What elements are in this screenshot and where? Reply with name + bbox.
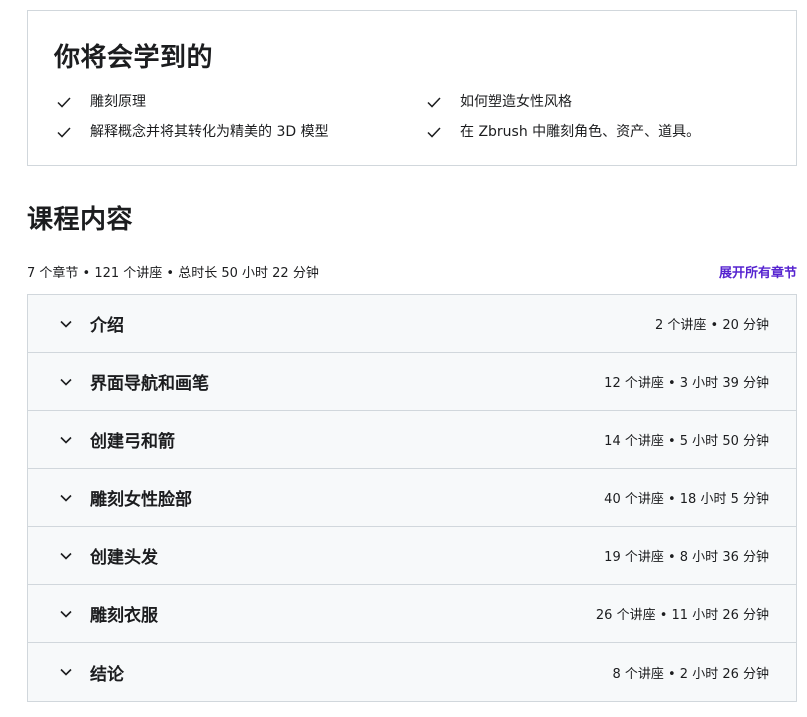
section-meta: 19 个讲座 • 8 小时 36 分钟 [604, 550, 769, 565]
section-row[interactable]: 雕刻衣服 26 个讲座 • 11 小时 26 分钟 [28, 585, 796, 643]
check-icon [56, 94, 72, 110]
what-you-will-learn-box: 你将会学到的 雕刻原理 如何塑造女性风格 解释概念并将其转化为精美的 3D 模型… [27, 10, 797, 166]
section-meta: 8 个讲座 • 2 小时 26 分钟 [612, 666, 769, 682]
chevron-down-icon [59, 491, 73, 505]
chevron-down-icon [59, 549, 73, 563]
section-row[interactable]: 介绍 2 个讲座 • 20 分钟 [28, 295, 796, 353]
section-row[interactable]: 雕刻女性脸部 40 个讲座 • 18 小时 5 分钟 [28, 469, 796, 527]
section-title: 雕刻女性脸部 [90, 490, 192, 510]
learn-title: 你将会学到的 [54, 43, 214, 73]
section-meta: 40 个讲座 • 18 小时 5 分钟 [604, 492, 769, 507]
chevron-down-icon [59, 317, 73, 331]
section-row[interactable]: 结论 8 个讲座 • 2 小时 26 分钟 [28, 643, 796, 701]
section-row[interactable]: 界面导航和画笔 12 个讲座 • 3 小时 39 分钟 [28, 353, 796, 411]
learn-item-text: 解释概念并将其转化为精美的 3D 模型 [90, 124, 329, 140]
section-title: 创建头发 [90, 548, 158, 568]
section-row[interactable]: 创建弓和箭 14 个讲座 • 5 小时 50 分钟 [28, 411, 796, 469]
section-row[interactable]: 创建头发 19 个讲座 • 8 小时 36 分钟 [28, 527, 796, 585]
learn-item: 雕刻原理 [56, 93, 146, 111]
check-icon [56, 124, 72, 140]
learn-item-text: 如何塑造女性风格 [460, 94, 572, 110]
section-meta: 2 个讲座 • 20 分钟 [654, 318, 769, 333]
learn-item-text: 在 Zbrush 中雕刻角色、资产、道具。 [460, 124, 701, 140]
section-title: 介绍 [90, 316, 124, 336]
check-icon [426, 124, 442, 140]
section-title: 界面导航和画笔 [90, 374, 209, 394]
section-meta: 26 个讲座 • 11 小时 26 分钟 [595, 608, 769, 623]
section-title: 创建弓和箭 [90, 432, 175, 452]
check-icon [426, 94, 442, 110]
learn-item: 在 Zbrush 中雕刻角色、资产、道具。 [426, 123, 700, 141]
section-title: 雕刻衣服 [90, 606, 158, 626]
chevron-down-icon [59, 375, 73, 389]
curriculum-sections: 介绍 2 个讲座 • 20 分钟 界面导航和画笔 12 个讲座 • 3 小时 3… [27, 294, 797, 702]
chevron-down-icon [59, 433, 73, 447]
expand-all-sections-button[interactable]: 展开所有章节 [719, 262, 797, 281]
learn-item: 如何塑造女性风格 [426, 93, 572, 111]
course-content-heading: 课程内容 [27, 205, 134, 235]
section-meta: 14 个讲座 • 5 小时 50 分钟 [604, 434, 769, 449]
learn-item: 解释概念并将其转化为精美的 3D 模型 [56, 123, 329, 141]
section-meta: 12 个讲座 • 3 小时 39 分钟 [604, 376, 769, 391]
section-title: 结论 [90, 664, 124, 685]
chevron-down-icon [59, 607, 73, 621]
chevron-down-icon [59, 665, 73, 679]
course-summary: 7 个章节 • 121 个讲座 • 总时长 50 小时 22 分钟 [27, 266, 319, 281]
learn-item-text: 雕刻原理 [90, 94, 146, 110]
